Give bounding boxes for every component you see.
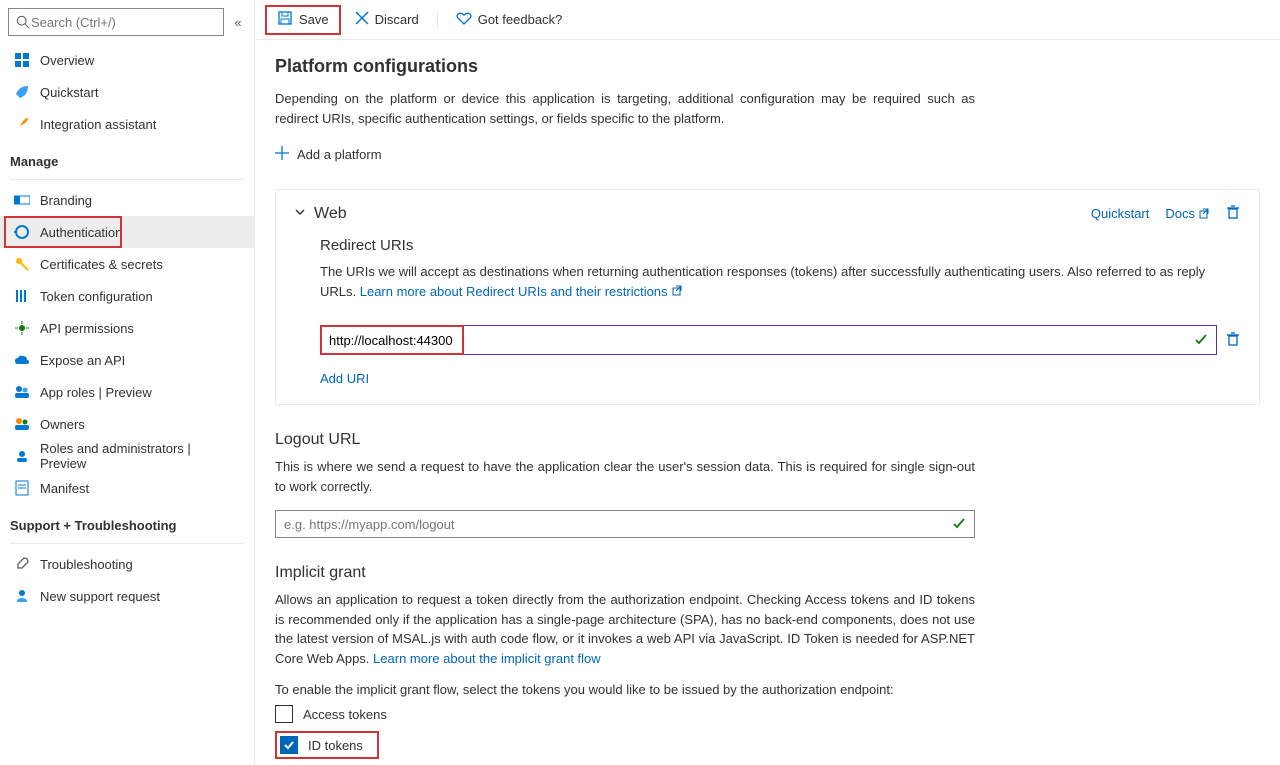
sidebar-item-app-roles[interactable]: App roles | Preview	[0, 376, 254, 408]
id-tokens-highlight: ID tokens	[275, 731, 379, 759]
implicit-desc: Allows an application to request a token…	[275, 590, 975, 668]
feedback-label: Got feedback?	[478, 12, 563, 27]
web-panel: Web Quickstart Docs Redirect URIs The UR…	[275, 189, 1260, 405]
chevron-down-icon[interactable]	[294, 205, 306, 223]
nav-label: Expose an API	[40, 353, 125, 368]
web-quickstart-link[interactable]: Quickstart	[1091, 206, 1150, 221]
nav-label: Manifest	[40, 481, 89, 496]
discard-label: Discard	[375, 12, 419, 27]
overview-icon	[14, 52, 30, 68]
sidebar-item-manifest[interactable]: Manifest	[0, 472, 254, 504]
feedback-button[interactable]: Got feedback?	[446, 5, 573, 35]
nav-label: Troubleshooting	[40, 557, 133, 572]
logout-input-wrapper	[275, 510, 975, 538]
sidebar-item-quickstart[interactable]: Quickstart	[0, 76, 254, 108]
support-icon	[14, 588, 30, 604]
toolbar: Save Discard Got feedback?	[255, 0, 1280, 40]
add-platform-label: Add a platform	[297, 147, 382, 162]
heart-icon	[456, 11, 472, 28]
sidebar-item-troubleshooting[interactable]: Troubleshooting	[0, 548, 254, 580]
rocket-icon	[14, 116, 30, 132]
key-icon	[14, 256, 30, 272]
manifest-icon	[14, 480, 30, 496]
access-tokens-row[interactable]: Access tokens	[275, 705, 1260, 723]
plus-icon	[275, 146, 289, 163]
redirect-uris-desc: The URIs we will accept as destinations …	[320, 262, 1241, 301]
search-box[interactable]	[8, 8, 224, 36]
sidebar-collapse-button[interactable]: «	[224, 15, 246, 30]
nav-label: Branding	[40, 193, 92, 208]
id-tokens-checkbox[interactable]	[280, 736, 298, 754]
discard-button[interactable]: Discard	[345, 5, 429, 35]
quickstart-icon	[14, 84, 30, 100]
sidebar-item-certificates[interactable]: Certificates & secrets	[0, 248, 254, 280]
nav-label: New support request	[40, 589, 160, 604]
sidebar-item-integration[interactable]: Integration assistant	[0, 108, 254, 140]
owners-icon	[14, 416, 30, 432]
sidebar-item-branding[interactable]: Branding	[0, 184, 254, 216]
nav-label: Roles and administrators | Preview	[40, 441, 240, 471]
branding-icon	[14, 192, 30, 208]
check-icon	[952, 516, 966, 533]
search-icon	[15, 14, 31, 30]
sidebar-item-new-support[interactable]: New support request	[0, 580, 254, 612]
logout-url-input[interactable]	[284, 517, 952, 532]
save-button[interactable]: Save	[265, 5, 341, 35]
platform-config-desc: Depending on the platform or device this…	[275, 89, 975, 128]
nav-label: Token configuration	[40, 289, 153, 304]
sidebar-item-token-config[interactable]: Token configuration	[0, 280, 254, 312]
sidebar-item-roles-admins[interactable]: Roles and administrators | Preview	[0, 440, 254, 472]
redirect-uris-title: Redirect URIs	[320, 237, 1241, 254]
token-icon	[14, 288, 30, 304]
save-label: Save	[299, 12, 329, 27]
sidebar-item-api-permissions[interactable]: API permissions	[0, 312, 254, 344]
access-tokens-checkbox[interactable]	[275, 705, 293, 723]
api-perm-icon	[14, 320, 30, 336]
implicit-section: Implicit grant Allows an application to …	[275, 564, 1260, 759]
web-title: Web	[314, 205, 347, 223]
add-uri-link[interactable]: Add URI	[320, 371, 369, 386]
sidebar-item-authentication[interactable]: Authentication	[0, 216, 254, 248]
sidebar-item-expose-api[interactable]: Expose an API	[0, 344, 254, 376]
implicit-learn-more-link[interactable]: Learn more about the implicit grant flow	[373, 651, 601, 666]
web-docs-link[interactable]: Docs	[1165, 206, 1209, 221]
section-support: Support + Troubleshooting	[0, 504, 254, 539]
nav-label: API permissions	[40, 321, 134, 336]
logout-desc: This is where we send a request to have …	[275, 457, 975, 496]
nav-label: Integration assistant	[40, 117, 156, 132]
delete-web-platform-button[interactable]	[1225, 204, 1241, 223]
logout-section: Logout URL This is where we send a reque…	[275, 431, 1260, 538]
nav-label: Quickstart	[40, 85, 99, 100]
sidebar-item-owners[interactable]: Owners	[0, 408, 254, 440]
logout-title: Logout URL	[275, 431, 1260, 449]
implicit-title: Implicit grant	[275, 564, 1260, 582]
delete-uri-button[interactable]	[1225, 331, 1241, 350]
section-manage: Manage	[0, 140, 254, 175]
nav-label: Authentication	[40, 225, 122, 240]
main: Save Discard Got feedback? Platform conf…	[255, 0, 1280, 765]
admin-icon	[14, 448, 30, 464]
cloud-icon	[14, 352, 30, 368]
redirect-uri-input[interactable]	[329, 326, 1194, 354]
sidebar-item-overview[interactable]: Overview	[0, 44, 254, 76]
auth-icon	[14, 224, 30, 240]
wrench-icon	[14, 556, 30, 572]
check-icon	[1194, 332, 1208, 349]
save-icon	[277, 10, 293, 29]
implicit-desc2: To enable the implicit grant flow, selec…	[275, 682, 1260, 697]
redirect-learn-more-link[interactable]: Learn more about Redirect URIs and their…	[360, 282, 682, 302]
access-tokens-label: Access tokens	[303, 707, 387, 722]
nav-label: App roles | Preview	[40, 385, 152, 400]
nav-label: Owners	[40, 417, 85, 432]
sidebar: « Overview Quickstart Integration assist…	[0, 0, 255, 765]
nav-label: Certificates & secrets	[40, 257, 163, 272]
id-tokens-label: ID tokens	[308, 738, 363, 753]
add-platform-button[interactable]: Add a platform	[275, 146, 382, 163]
search-input[interactable]	[31, 15, 217, 30]
people-icon	[14, 384, 30, 400]
close-icon	[355, 11, 369, 28]
redirect-uri-input-wrapper	[320, 325, 1217, 355]
nav-label: Overview	[40, 53, 94, 68]
platform-config-title: Platform configurations	[275, 56, 1260, 77]
